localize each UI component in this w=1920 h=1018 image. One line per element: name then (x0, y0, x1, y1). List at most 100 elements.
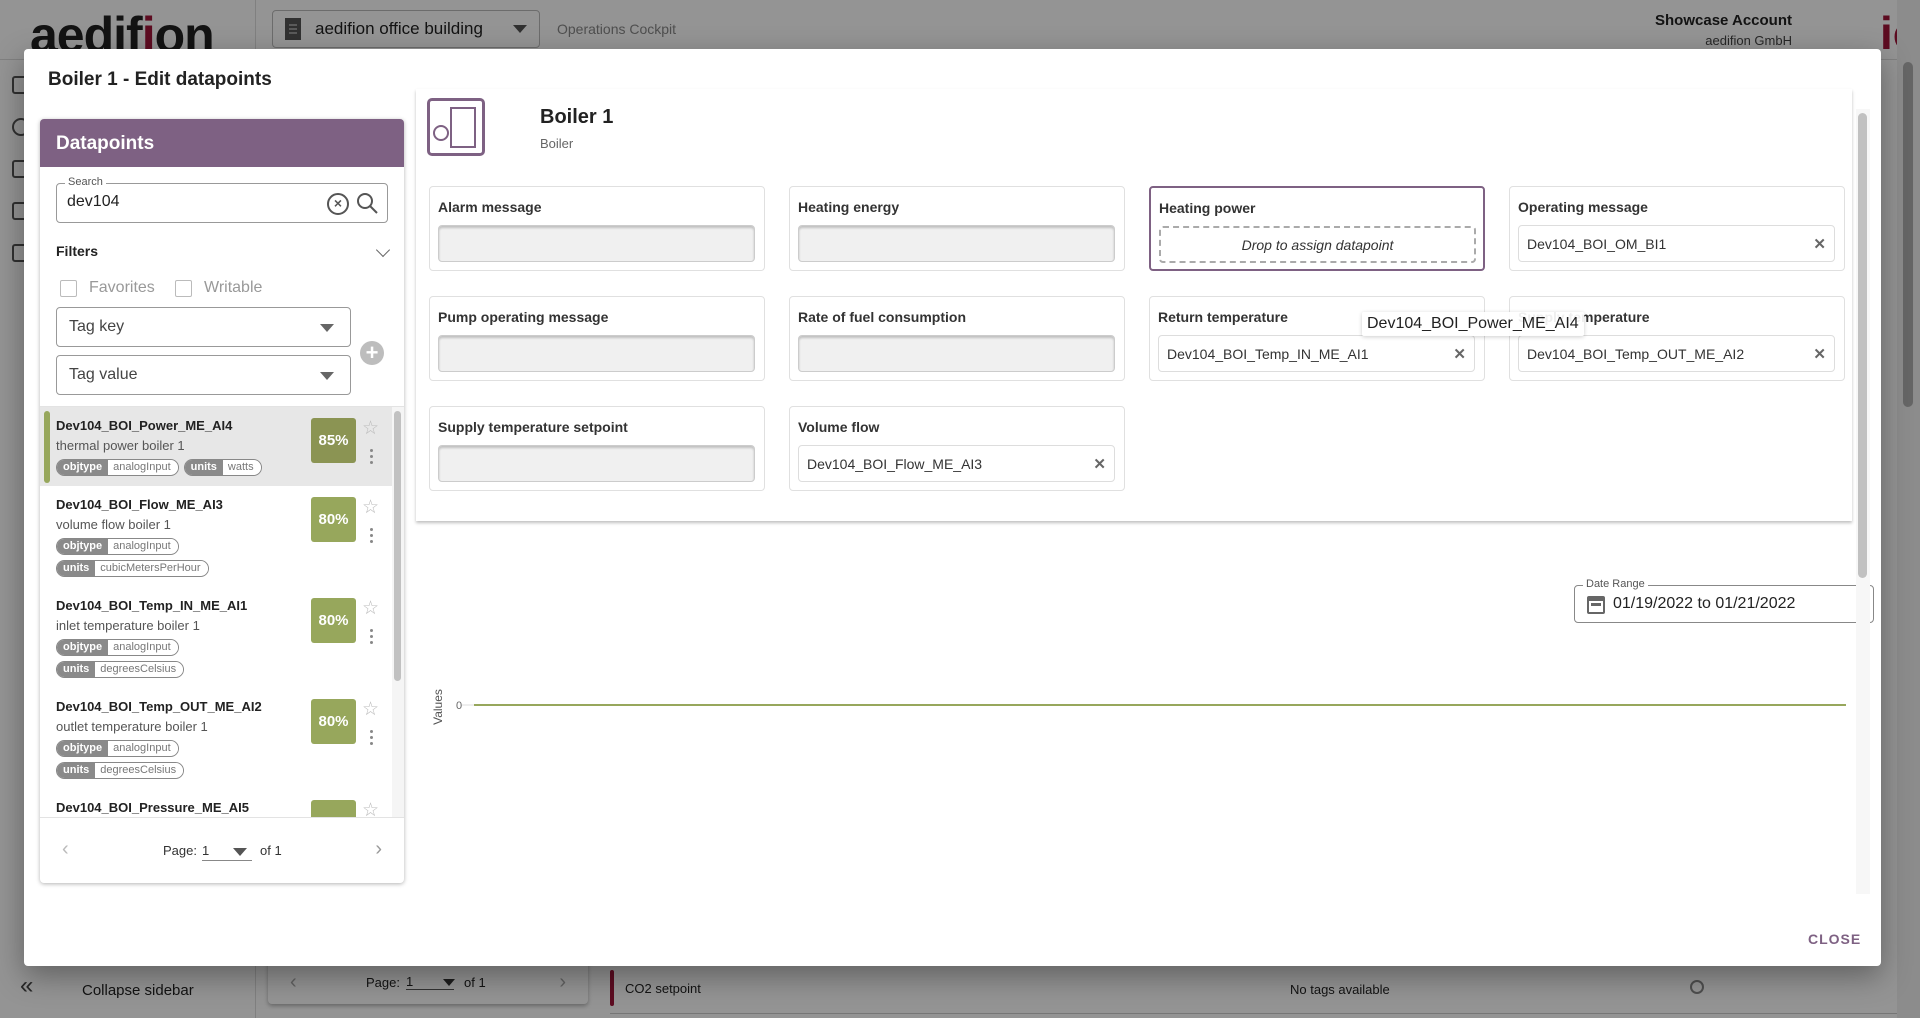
scrollbar-thumb[interactable] (1858, 113, 1867, 578)
tag-value: degreesCelsius (95, 763, 184, 778)
remove-assignment-icon[interactable]: ✕ (1453, 345, 1466, 363)
slot-label: Rate of fuel consumption (798, 309, 966, 325)
datapoint-list-item[interactable]: Dev104_BOI_Temp_IN_ME_AI1 inlet temperatu… (40, 587, 392, 688)
caret-down-icon (233, 848, 247, 856)
remove-assignment-icon[interactable]: ✕ (1813, 235, 1826, 253)
slot-label: Pump operating message (438, 309, 609, 325)
datapoint-slot[interactable]: Supply temperature setpoint (429, 406, 765, 491)
tag-value: analogInput (108, 741, 178, 756)
datapoint-slot[interactable]: Operating message Dev104_BOI_OM_BI1 ✕ (1509, 186, 1845, 271)
favorite-star-icon[interactable]: ☆ (362, 799, 379, 817)
tag-chips: objtype analogInput units degreesCelsius (56, 639, 296, 678)
component-editor: Boiler 1 Boiler Alarm message Heating ene… (416, 89, 1874, 944)
datapoint-list-item[interactable]: Dev104_BOI_Temp_OUT_ME_AI2 outlet tempera… (40, 688, 392, 789)
slot-label: Heating power (1159, 200, 1256, 216)
filters-label[interactable]: Filters (56, 243, 98, 259)
slot-assigned-field[interactable]: Dev104_BOI_OM_BI1 ✕ (1518, 225, 1835, 262)
date-range-legend: Date Range (1583, 578, 1648, 590)
scrollbar-thumb[interactable] (394, 411, 401, 681)
tag-chip: units cubicMetersPerHour (56, 560, 209, 577)
slot-drop-field[interactable] (798, 225, 1115, 262)
tag-key: units (57, 763, 96, 778)
search-input[interactable] (67, 193, 307, 211)
search-icon[interactable] (355, 191, 379, 215)
assigned-datapoint: Dev104_BOI_Temp_OUT_ME_AI2 (1527, 346, 1745, 362)
slot-drop-field[interactable] (798, 335, 1115, 372)
list-scrollbar[interactable] (392, 407, 404, 817)
tag-value: degreesCelsius (95, 662, 184, 677)
datapoint-list-item[interactable]: Dev104_BOI_Power_ME_AI4 thermal power boi… (40, 407, 392, 486)
selected-indicator (44, 411, 50, 483)
y-axis-label: Values (431, 689, 445, 725)
match-score-badge: 80% (311, 497, 356, 542)
writable-checkbox[interactable]: Writable (175, 279, 262, 297)
datapoints-panel: Datapoints Search × Filters Favorites Wr… (40, 119, 404, 883)
date-range-value[interactable]: 01/19/2022 to 01/21/2022 (1613, 595, 1795, 613)
list-pager: ‹ Page: 1 of 1 › (40, 817, 404, 883)
next-page-icon[interactable]: › (375, 838, 382, 861)
search-field[interactable]: Search × (56, 176, 388, 223)
more-options-icon[interactable] (370, 528, 374, 544)
y-tick-label: 0 (456, 700, 462, 712)
date-range-field[interactable]: Date Range 01/19/2022 to 01/21/2022 (1574, 578, 1874, 623)
datapoint-list-item[interactable]: Dev104_BOI_Pressure_ME_AI5 ☆ (40, 789, 392, 817)
close-button[interactable]: CLOSE (1808, 931, 1861, 947)
datapoint-slot[interactable]: Pump operating message (429, 296, 765, 381)
favorites-checkbox[interactable]: Favorites (60, 279, 155, 297)
drag-ghost: Dev104_BOI_Power_ME_AI4 (1362, 312, 1584, 336)
slot-assigned-field[interactable]: Dev104_BOI_Flow_ME_AI3 ✕ (798, 445, 1115, 482)
page-of: of 1 (260, 843, 282, 858)
datapoint-slot[interactable]: Heating energy (789, 186, 1125, 271)
add-tag-filter-icon[interactable]: + (360, 341, 384, 365)
tag-value: cubicMetersPerHour (95, 561, 208, 576)
slot-drop-field[interactable] (438, 335, 755, 372)
datapoint-slot[interactable]: Rate of fuel consumption (789, 296, 1125, 381)
caret-down-icon (320, 372, 334, 380)
tag-value-select[interactable]: Tag value (56, 355, 351, 395)
editor-scrollbar[interactable] (1856, 109, 1870, 894)
more-options-icon[interactable] (370, 730, 374, 746)
checkbox-box[interactable] (175, 279, 192, 297)
clear-search-icon[interactable]: × (327, 193, 349, 215)
slot-label: Alarm message (438, 199, 542, 215)
tag-value: analogInput (108, 460, 178, 475)
datapoint-slot[interactable]: Supply temperature Dev104_BOI_Temp_OUT_ME… (1509, 296, 1845, 381)
tag-value: watts (222, 460, 261, 475)
remove-assignment-icon[interactable]: ✕ (1813, 345, 1826, 363)
datapoint-slot[interactable]: Return temperature Dev104_BOI_Temp_IN_ME_… (1149, 296, 1485, 381)
datapoint-slot[interactable]: Alarm message (429, 186, 765, 271)
tag-chip: objtype analogInput (56, 538, 179, 555)
datapoint-list-item[interactable]: Dev104_BOI_Flow_ME_AI3 volume flow boiler… (40, 486, 392, 587)
more-options-icon[interactable] (370, 449, 374, 465)
datapoint-slot[interactable]: Volume flow Dev104_BOI_Flow_ME_AI3 ✕ (789, 406, 1125, 491)
dialog-title: Boiler 1 - Edit datapoints (48, 69, 272, 90)
slot-assigned-field[interactable]: Dev104_BOI_Temp_OUT_ME_AI2 ✕ (1518, 335, 1835, 372)
match-score-badge: 80% (311, 699, 356, 744)
tag-key-placeholder: Tag key (69, 318, 125, 335)
favorite-star-icon[interactable]: ☆ (362, 597, 379, 620)
match-score-badge (311, 800, 356, 817)
more-options-icon[interactable] (370, 629, 374, 645)
slot-drop-field[interactable] (438, 225, 755, 262)
favorite-star-icon[interactable]: ☆ (362, 496, 379, 519)
search-legend: Search (65, 176, 106, 188)
tag-key-select[interactable]: Tag key (56, 307, 351, 347)
slot-label: Heating energy (798, 199, 900, 215)
slot-drop-field[interactable] (438, 445, 755, 482)
prev-page-icon[interactable]: ‹ (62, 838, 69, 861)
slot-drop-zone[interactable]: Drop to assign datapoint (1159, 226, 1476, 263)
datapoint-slot[interactable]: Heating power Drop to assign datapoint (1149, 186, 1485, 271)
y-ticks: 0 (456, 700, 474, 712)
tag-key: objtype (57, 539, 109, 554)
favorite-star-icon[interactable]: ☆ (362, 417, 379, 440)
checkbox-box[interactable] (60, 279, 77, 297)
calendar-icon[interactable] (1587, 596, 1605, 614)
tag-chip: units degreesCelsius (56, 762, 185, 779)
slot-assigned-field[interactable]: Dev104_BOI_Temp_IN_ME_AI1 ✕ (1158, 335, 1475, 372)
favorites-label: Favorites (89, 279, 155, 296)
remove-assignment-icon[interactable]: ✕ (1093, 455, 1106, 473)
favorite-star-icon[interactable]: ☆ (362, 698, 379, 721)
match-score-badge: 85% (311, 418, 356, 463)
chevron-down-icon[interactable] (375, 242, 391, 258)
tag-value: analogInput (108, 539, 178, 554)
